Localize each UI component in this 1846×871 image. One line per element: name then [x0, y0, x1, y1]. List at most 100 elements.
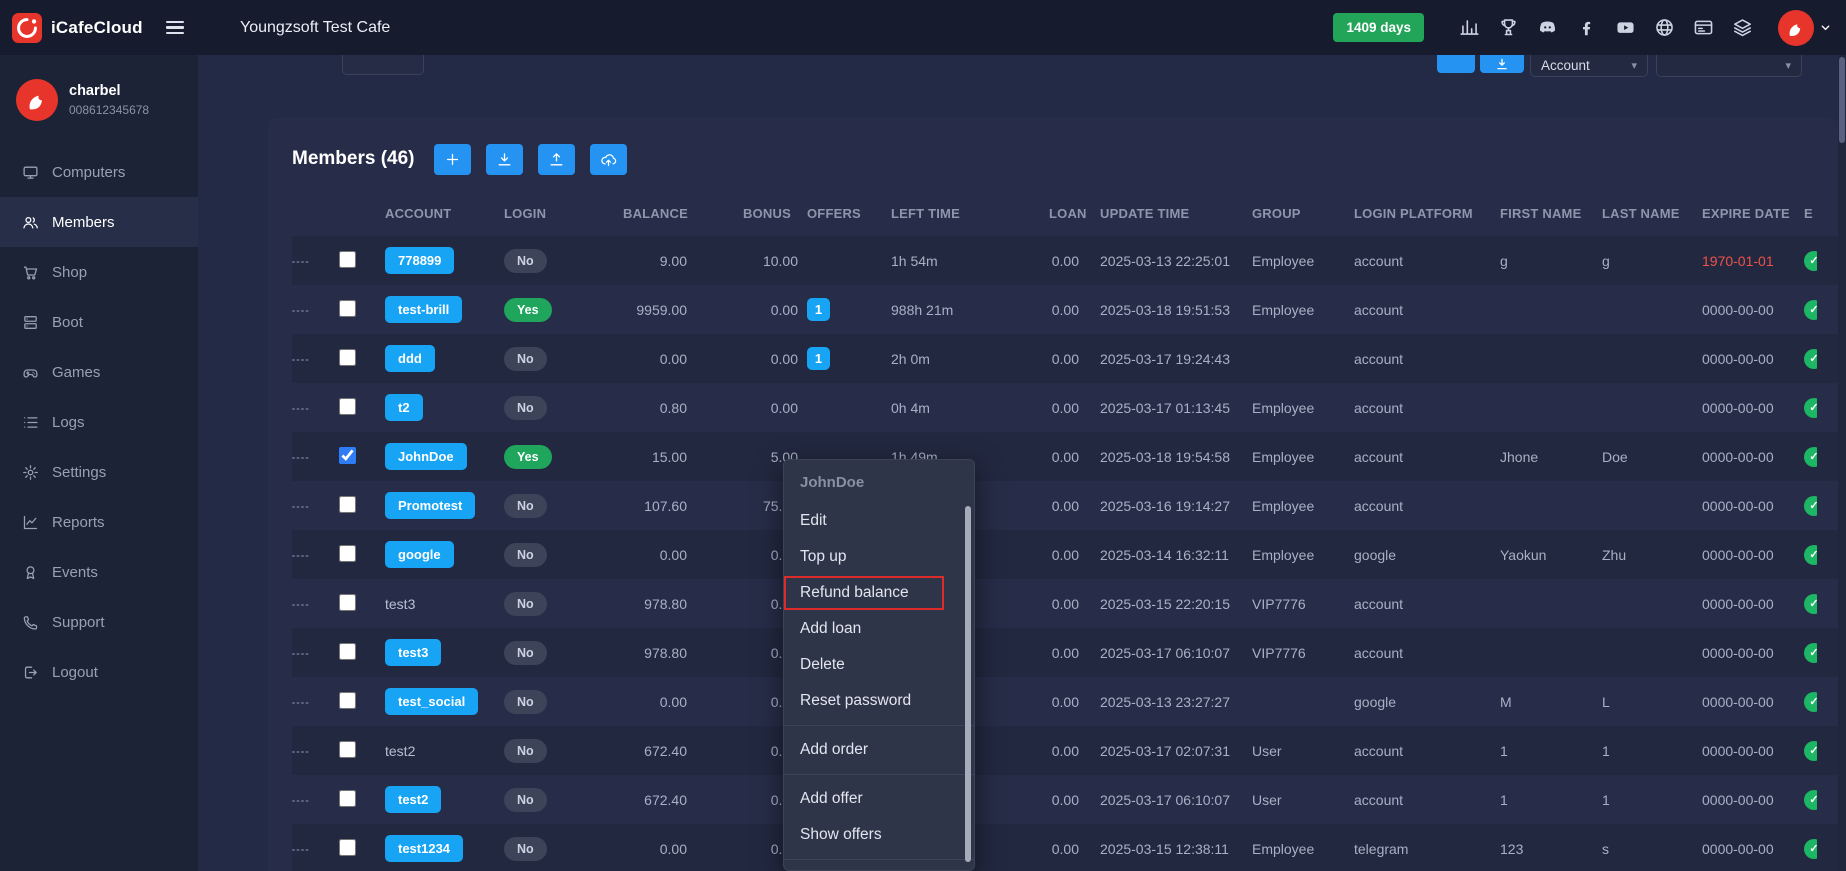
card-icon[interactable]: [1693, 17, 1714, 38]
status-icon[interactable]: ✓: [1804, 349, 1817, 369]
table-row[interactable]: t2No0.800.000h 4m0.002025-03-17 01:13:45…: [292, 383, 1838, 432]
row-checkbox[interactable]: [339, 300, 356, 317]
row-checkbox[interactable]: [339, 643, 356, 660]
status-icon[interactable]: ✓: [1804, 300, 1817, 320]
context-menu-item-edit[interactable]: Edit: [784, 503, 974, 539]
status-icon[interactable]: ✓: [1804, 496, 1817, 516]
sidebar-item-support[interactable]: Support: [0, 597, 198, 647]
hamburger-menu-icon[interactable]: [166, 21, 184, 35]
row-checkbox[interactable]: [339, 447, 356, 464]
drag-handle-icon[interactable]: [292, 406, 310, 413]
export-button[interactable]: [486, 144, 523, 175]
drag-handle-icon[interactable]: [292, 700, 310, 707]
status-icon[interactable]: ✓: [1804, 692, 1817, 712]
discord-icon[interactable]: [1537, 17, 1558, 38]
partial-toolbar-box[interactable]: [342, 55, 424, 75]
status-icon[interactable]: ✓: [1804, 643, 1817, 663]
table-row[interactable]: test_socialNo0.000.000.002025-03-13 23:2…: [292, 677, 1838, 726]
row-checkbox[interactable]: [339, 545, 356, 562]
offers-badge[interactable]: 1: [807, 347, 830, 370]
sidebar-item-logs[interactable]: Logs: [0, 397, 198, 447]
sidebar-item-boot[interactable]: Boot: [0, 297, 198, 347]
status-icon[interactable]: ✓: [1804, 594, 1817, 614]
facebook-icon[interactable]: [1576, 17, 1597, 38]
context-menu-item-add-order[interactable]: Add order: [784, 732, 974, 768]
sidebar-item-members[interactable]: Members: [0, 197, 198, 247]
table-row[interactable]: googleNo0.000.000.002025-03-14 16:32:11E…: [292, 530, 1838, 579]
drag-handle-icon[interactable]: [292, 847, 310, 854]
status-icon[interactable]: ✓: [1804, 447, 1817, 467]
table-row[interactable]: test3No978.800.000.002025-03-15 22:20:15…: [292, 579, 1838, 628]
row-checkbox[interactable]: [339, 496, 356, 513]
sidebar-item-shop[interactable]: Shop: [0, 247, 198, 297]
account-type-dropdown[interactable]: Account ▾: [1530, 55, 1648, 77]
drag-handle-icon[interactable]: [292, 798, 310, 805]
empty-dropdown[interactable]: ▾: [1656, 55, 1802, 77]
row-checkbox[interactable]: [339, 692, 356, 709]
context-menu-item-add-offer[interactable]: Add offer: [784, 781, 974, 817]
user-avatar[interactable]: [1778, 10, 1814, 46]
import-button[interactable]: [538, 144, 575, 175]
drag-handle-icon[interactable]: [292, 602, 310, 609]
context-menu-scrollbar[interactable]: [965, 506, 971, 862]
sidebar-item-logout[interactable]: Logout: [0, 647, 198, 697]
stats-icon[interactable]: [1459, 17, 1480, 38]
drag-handle-icon[interactable]: [292, 308, 310, 315]
table-row[interactable]: JohnDoeYes15.005.001h 49m0.002025-03-18 …: [292, 432, 1838, 481]
table-row[interactable]: 778899No9.0010.001h 54m0.002025-03-13 22…: [292, 236, 1838, 285]
sidebar-item-events[interactable]: Events: [0, 547, 198, 597]
account-button[interactable]: google: [385, 541, 454, 568]
account-button[interactable]: t2: [385, 394, 423, 421]
status-icon[interactable]: ✓: [1804, 251, 1817, 271]
add-button[interactable]: [434, 144, 471, 175]
status-icon[interactable]: ✓: [1804, 741, 1817, 761]
account-button[interactable]: ddd: [385, 345, 435, 372]
context-menu-item-event-logs[interactable]: Event logs: [784, 866, 974, 871]
account-button[interactable]: Promotest: [385, 492, 475, 519]
account-button[interactable]: test-brill: [385, 296, 462, 323]
table-row[interactable]: test2No672.400.000.002025-03-17 02:07:31…: [292, 726, 1838, 775]
row-checkbox[interactable]: [339, 251, 356, 268]
globe-icon[interactable]: [1654, 17, 1675, 38]
account-button[interactable]: JohnDoe: [385, 443, 467, 470]
row-checkbox[interactable]: [339, 594, 356, 611]
drag-handle-icon[interactable]: [292, 749, 310, 756]
account-button[interactable]: test1234: [385, 835, 463, 862]
table-row[interactable]: PromotestNo107.6075.000.002025-03-16 19:…: [292, 481, 1838, 530]
drag-handle-icon[interactable]: [292, 553, 310, 560]
drag-handle-icon[interactable]: [292, 455, 310, 462]
account-button[interactable]: test_social: [385, 688, 478, 715]
row-checkbox[interactable]: [339, 349, 356, 366]
status-icon[interactable]: ✓: [1804, 839, 1817, 859]
row-checkbox[interactable]: [339, 839, 356, 856]
youtube-icon[interactable]: [1615, 17, 1636, 38]
status-icon[interactable]: ✓: [1804, 545, 1817, 565]
cloud-upload-button[interactable]: [590, 144, 627, 175]
sidebar-item-computers[interactable]: Computers: [0, 147, 198, 197]
account-button[interactable]: test3: [385, 639, 441, 666]
page-scrollbar[interactable]: [1838, 55, 1846, 871]
sidebar-item-settings[interactable]: Settings: [0, 447, 198, 497]
table-row[interactable]: dddNo0.000.0012h 0m0.002025-03-17 19:24:…: [292, 334, 1838, 383]
drag-handle-icon[interactable]: [292, 357, 310, 364]
context-menu-item-refund-balance[interactable]: Refund balance: [784, 576, 944, 610]
trophy-icon[interactable]: [1498, 17, 1519, 38]
table-row[interactable]: test-brillYes9959.000.001988h 21m0.00202…: [292, 285, 1838, 334]
layers-icon[interactable]: [1732, 17, 1753, 38]
drag-handle-icon[interactable]: [292, 259, 310, 266]
row-checkbox[interactable]: [339, 741, 356, 758]
row-checkbox[interactable]: [339, 790, 356, 807]
context-menu-item-delete[interactable]: Delete: [784, 647, 974, 683]
account-menu[interactable]: [1778, 10, 1832, 46]
context-menu-item-add-loan[interactable]: Add loan: [784, 611, 974, 647]
sidebar-item-games[interactable]: Games: [0, 347, 198, 397]
status-icon[interactable]: ✓: [1804, 790, 1817, 810]
table-row[interactable]: test2No672.400.000.002025-03-17 06:10:07…: [292, 775, 1838, 824]
page-scrollbar-thumb[interactable]: [1839, 57, 1845, 143]
context-menu-item-show-offers[interactable]: Show offers: [784, 817, 974, 853]
table-row[interactable]: test3No978.800.000.002025-03-17 06:10:07…: [292, 628, 1838, 677]
days-badge[interactable]: 1409 days: [1333, 13, 1424, 42]
row-checkbox[interactable]: [339, 398, 356, 415]
offers-badge[interactable]: 1: [807, 298, 830, 321]
account-button[interactable]: 778899: [385, 247, 454, 274]
